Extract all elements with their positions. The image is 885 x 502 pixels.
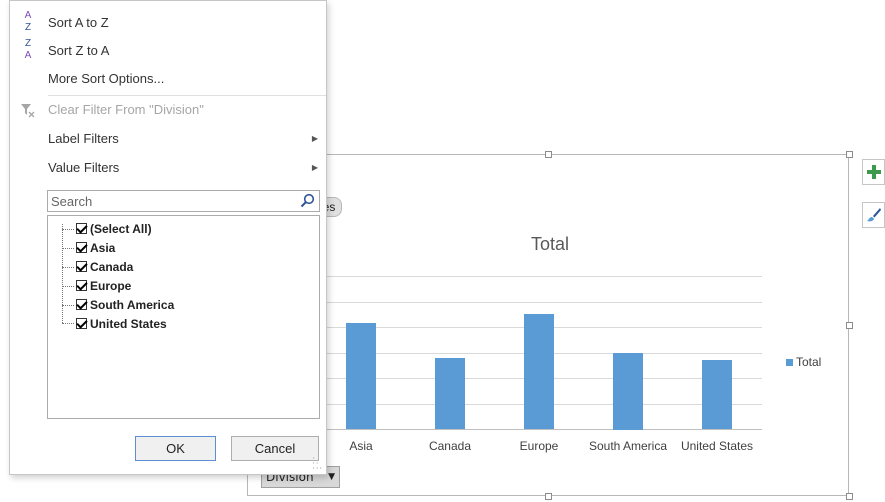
legend-label: Total [796,355,822,369]
filter-item-label: Asia [90,241,116,255]
resize-handle-top-right[interactable] [846,151,853,158]
clear-filter-icon [17,104,39,122]
plus-icon [866,165,881,179]
chart-elements-button[interactable] [862,159,885,185]
search-input[interactable] [51,193,291,209]
search-icon[interactable] [300,193,315,211]
chart-styles-button[interactable] [862,202,885,228]
value-filters-label: Value Filters [48,160,120,175]
filter-item-united-states[interactable]: United States [76,315,167,333]
tree-connector [62,229,74,230]
checkbox-checked[interactable] [76,261,87,272]
tree-connector [62,224,63,323]
sort-z-to-a[interactable]: ZA Sort Z to A [10,38,326,64]
menu-separator [48,95,326,96]
cancel-button[interactable]: Cancel [231,436,319,461]
resize-handle-right[interactable] [846,322,853,329]
filter-dropdown: AZ Sort A to Z ZA Sort Z to A More Sort … [9,0,327,475]
filter-item-label: South America [90,298,175,312]
legend-swatch [786,359,793,367]
sort-ascending-icon: AZ [24,10,32,33]
filter-item-europe[interactable]: Europe [76,277,131,295]
bar-united-states[interactable] [702,360,732,429]
legend: Total [786,355,821,369]
tree-connector [62,267,74,268]
clear-filter[interactable]: Clear Filter From "Division" [10,97,326,123]
tree-connector [62,305,74,306]
checkbox-checked[interactable] [76,299,87,310]
filter-item-label: Canada [90,260,134,274]
filter-item-canada[interactable]: Canada [76,258,133,276]
sort-a-to-z[interactable]: AZ Sort A to Z [10,10,326,36]
filter-item-label: Europe [90,279,132,293]
gridline [316,276,762,277]
resize-grip-icon[interactable]: · ·· ··· [312,455,323,473]
ok-button[interactable]: OK [135,436,216,461]
resize-handle-bottom-right[interactable] [846,493,853,500]
filter-item-list: (Select All) Asia Canada Europe South Am… [47,215,320,419]
brush-icon [866,208,881,222]
clear-filter-label: Clear Filter From "Division" [48,102,204,117]
resize-handle-bottom[interactable] [545,493,552,500]
sort-descending-icon: ZA [24,38,32,61]
gridline [316,429,762,430]
resize-handle-top[interactable] [545,151,552,158]
bar-asia[interactable] [346,323,376,429]
submenu-arrow-icon: ▶ [311,163,318,172]
gridline [316,302,762,303]
bar-south-america[interactable] [613,353,643,430]
filter-item-asia[interactable]: Asia [76,239,115,257]
more-sort-options[interactable]: More Sort Options... [10,66,326,92]
checkbox-checked[interactable] [76,242,87,253]
checkbox-checked[interactable] [76,280,87,291]
label-filters-label: Label Filters [48,131,119,146]
tree-connector [62,248,74,249]
category-label: United States [680,439,754,453]
sort-z-to-a-label: Sort Z to A [48,43,110,58]
select-all-checkbox[interactable]: (Select All) [76,220,152,238]
chart-title: Total [530,234,570,254]
label-filters[interactable]: Label Filters ▶ [10,126,326,152]
select-all-label: (Select All) [90,222,152,236]
category-label: Europe [519,439,559,453]
submenu-arrow-icon: ▶ [311,134,318,143]
checkbox-checked[interactable] [76,318,87,329]
category-label: Canada [428,439,472,453]
bar-europe[interactable] [524,314,554,429]
dropdown-arrow-icon: ▼ [328,472,335,482]
sort-a-to-z-label: Sort A to Z [48,15,109,30]
value-filters[interactable]: Value Filters ▶ [10,155,326,181]
tree-connector [62,286,74,287]
tree-connector [62,323,74,324]
checkbox-checked[interactable] [76,223,87,234]
more-sort-options-label: More Sort Options... [48,71,165,86]
search-box [47,190,320,212]
bar-canada[interactable] [435,358,465,429]
filter-item-label: United States [90,317,167,331]
filter-item-south-america[interactable]: South America [76,296,174,314]
category-label: South America [588,439,668,453]
